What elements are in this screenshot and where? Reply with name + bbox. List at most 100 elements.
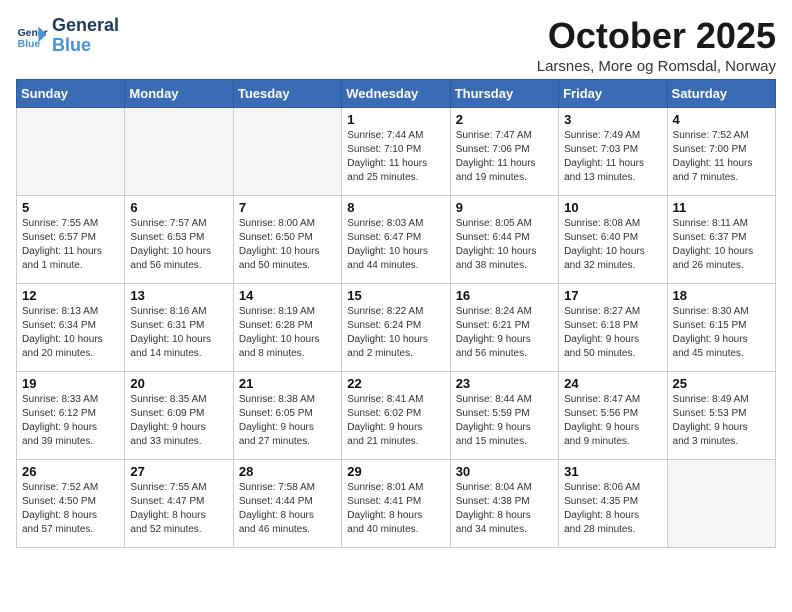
day-cell: 31 Sunrise: 8:06 AM Sunset: 4:35 PM Dayli… bbox=[559, 459, 667, 547]
day-info: Sunrise: 8:49 AM Sunset: 5:53 PM Dayligh… bbox=[673, 393, 770, 449]
day-info: Sunrise: 7:47 AM Sunset: 7:06 PM Dayligh… bbox=[456, 129, 553, 185]
day-info: Sunrise: 7:58 AM Sunset: 4:44 PM Dayligh… bbox=[239, 481, 336, 537]
day-cell: 18 Sunrise: 8:30 AM Sunset: 6:15 PM Dayli… bbox=[667, 283, 775, 371]
day-cell: 11Sunrise: 8:11 AM Sunset: 6:37 PM Dayli… bbox=[667, 195, 775, 283]
day-cell: 27 Sunrise: 7:55 AM Sunset: 4:47 PM Dayli… bbox=[125, 459, 233, 547]
day-cell: 14 Sunrise: 8:19 AM Sunset: 6:28 PM Dayli… bbox=[233, 283, 341, 371]
day-number: 10 bbox=[564, 200, 661, 215]
week-row-3: 12Sunrise: 8:13 AM Sunset: 6:34 PM Dayli… bbox=[17, 283, 776, 371]
day-number: 18 bbox=[673, 288, 770, 303]
day-info: Sunrise: 8:03 AM Sunset: 6:47 PM Dayligh… bbox=[347, 217, 444, 273]
day-number: 17 bbox=[564, 288, 661, 303]
day-cell: 12Sunrise: 8:13 AM Sunset: 6:34 PM Dayli… bbox=[17, 283, 125, 371]
weekday-header-thursday: Thursday bbox=[450, 79, 558, 107]
day-number: 22 bbox=[347, 376, 444, 391]
day-info: Sunrise: 8:38 AM Sunset: 6:05 PM Dayligh… bbox=[239, 393, 336, 449]
day-number: 30 bbox=[456, 464, 553, 479]
day-info: Sunrise: 8:16 AM Sunset: 6:31 PM Dayligh… bbox=[130, 305, 227, 361]
day-info: Sunrise: 8:11 AM Sunset: 6:37 PM Dayligh… bbox=[673, 217, 770, 273]
day-cell bbox=[233, 107, 341, 195]
weekday-header-monday: Monday bbox=[125, 79, 233, 107]
weekday-header-wednesday: Wednesday bbox=[342, 79, 450, 107]
day-number: 23 bbox=[456, 376, 553, 391]
day-cell: 5Sunrise: 7:55 AM Sunset: 6:57 PM Daylig… bbox=[17, 195, 125, 283]
week-row-2: 5Sunrise: 7:55 AM Sunset: 6:57 PM Daylig… bbox=[17, 195, 776, 283]
day-info: Sunrise: 8:35 AM Sunset: 6:09 PM Dayligh… bbox=[130, 393, 227, 449]
day-cell: 8 Sunrise: 8:03 AM Sunset: 6:47 PM Daylig… bbox=[342, 195, 450, 283]
day-cell: 29 Sunrise: 8:01 AM Sunset: 4:41 PM Dayli… bbox=[342, 459, 450, 547]
day-cell: 30Sunrise: 8:04 AM Sunset: 4:38 PM Dayli… bbox=[450, 459, 558, 547]
day-number: 21 bbox=[239, 376, 336, 391]
day-number: 12 bbox=[22, 288, 119, 303]
day-cell: 15Sunrise: 8:22 AM Sunset: 6:24 PM Dayli… bbox=[342, 283, 450, 371]
day-number: 15 bbox=[347, 288, 444, 303]
day-info: Sunrise: 7:49 AM Sunset: 7:03 PM Dayligh… bbox=[564, 129, 661, 185]
day-number: 6 bbox=[130, 200, 227, 215]
day-cell: 17 Sunrise: 8:27 AM Sunset: 6:18 PM Dayli… bbox=[559, 283, 667, 371]
day-number: 26 bbox=[22, 464, 119, 479]
day-info: Sunrise: 7:52 AM Sunset: 4:50 PM Dayligh… bbox=[22, 481, 119, 537]
day-number: 13 bbox=[130, 288, 227, 303]
logo: General Blue GeneralBlue bbox=[16, 16, 119, 56]
day-number: 20 bbox=[130, 376, 227, 391]
day-cell: 13 Sunrise: 8:16 AM Sunset: 6:31 PM Dayli… bbox=[125, 283, 233, 371]
day-number: 27 bbox=[130, 464, 227, 479]
day-info: Sunrise: 7:44 AM Sunset: 7:10 PM Dayligh… bbox=[347, 129, 444, 185]
weekday-header-saturday: Saturday bbox=[667, 79, 775, 107]
day-cell: 3 Sunrise: 7:49 AM Sunset: 7:03 PM Daylig… bbox=[559, 107, 667, 195]
day-cell: 28 Sunrise: 7:58 AM Sunset: 4:44 PM Dayli… bbox=[233, 459, 341, 547]
day-number: 1 bbox=[347, 112, 444, 127]
day-info: Sunrise: 8:24 AM Sunset: 6:21 PM Dayligh… bbox=[456, 305, 553, 361]
svg-text:Blue: Blue bbox=[18, 39, 41, 50]
day-info: Sunrise: 7:52 AM Sunset: 7:00 PM Dayligh… bbox=[673, 129, 770, 185]
day-cell: 6 Sunrise: 7:57 AM Sunset: 6:53 PM Daylig… bbox=[125, 195, 233, 283]
day-info: Sunrise: 8:01 AM Sunset: 4:41 PM Dayligh… bbox=[347, 481, 444, 537]
day-info: Sunrise: 8:27 AM Sunset: 6:18 PM Dayligh… bbox=[564, 305, 661, 361]
day-info: Sunrise: 8:00 AM Sunset: 6:50 PM Dayligh… bbox=[239, 217, 336, 273]
day-info: Sunrise: 8:05 AM Sunset: 6:44 PM Dayligh… bbox=[456, 217, 553, 273]
day-cell: 25 Sunrise: 8:49 AM Sunset: 5:53 PM Dayli… bbox=[667, 371, 775, 459]
day-info: Sunrise: 7:55 AM Sunset: 4:47 PM Dayligh… bbox=[130, 481, 227, 537]
day-info: Sunrise: 7:57 AM Sunset: 6:53 PM Dayligh… bbox=[130, 217, 227, 273]
page-header: General Blue GeneralBlue October 2025 La… bbox=[16, 16, 776, 75]
day-info: Sunrise: 8:19 AM Sunset: 6:28 PM Dayligh… bbox=[239, 305, 336, 361]
day-cell bbox=[667, 459, 775, 547]
weekday-header-row: SundayMondayTuesdayWednesdayThursdayFrid… bbox=[17, 79, 776, 107]
day-cell: 23Sunrise: 8:44 AM Sunset: 5:59 PM Dayli… bbox=[450, 371, 558, 459]
weekday-header-tuesday: Tuesday bbox=[233, 79, 341, 107]
day-cell: 24Sunrise: 8:47 AM Sunset: 5:56 PM Dayli… bbox=[559, 371, 667, 459]
day-number: 8 bbox=[347, 200, 444, 215]
day-number: 3 bbox=[564, 112, 661, 127]
day-cell: 21 Sunrise: 8:38 AM Sunset: 6:05 PM Dayli… bbox=[233, 371, 341, 459]
day-number: 31 bbox=[564, 464, 661, 479]
day-cell: 4Sunrise: 7:52 AM Sunset: 7:00 PM Daylig… bbox=[667, 107, 775, 195]
day-cell: 16Sunrise: 8:24 AM Sunset: 6:21 PM Dayli… bbox=[450, 283, 558, 371]
day-info: Sunrise: 8:47 AM Sunset: 5:56 PM Dayligh… bbox=[564, 393, 661, 449]
week-row-5: 26 Sunrise: 7:52 AM Sunset: 4:50 PM Dayli… bbox=[17, 459, 776, 547]
day-cell: 22 Sunrise: 8:41 AM Sunset: 6:02 PM Dayli… bbox=[342, 371, 450, 459]
calendar-subtitle: Larsnes, More og Romsdal, Norway bbox=[537, 58, 776, 75]
day-cell: 26 Sunrise: 7:52 AM Sunset: 4:50 PM Dayli… bbox=[17, 459, 125, 547]
weekday-header-friday: Friday bbox=[559, 79, 667, 107]
day-number: 7 bbox=[239, 200, 336, 215]
day-number: 29 bbox=[347, 464, 444, 479]
day-number: 25 bbox=[673, 376, 770, 391]
day-number: 19 bbox=[22, 376, 119, 391]
day-cell bbox=[17, 107, 125, 195]
day-cell: 7 Sunrise: 8:00 AM Sunset: 6:50 PM Daylig… bbox=[233, 195, 341, 283]
day-info: Sunrise: 7:55 AM Sunset: 6:57 PM Dayligh… bbox=[22, 217, 119, 273]
day-info: Sunrise: 8:41 AM Sunset: 6:02 PM Dayligh… bbox=[347, 393, 444, 449]
day-cell: 9Sunrise: 8:05 AM Sunset: 6:44 PM Daylig… bbox=[450, 195, 558, 283]
day-info: Sunrise: 8:30 AM Sunset: 6:15 PM Dayligh… bbox=[673, 305, 770, 361]
logo-icon: General Blue bbox=[16, 20, 48, 52]
calendar-title: October 2025 bbox=[537, 16, 776, 56]
day-info: Sunrise: 8:06 AM Sunset: 4:35 PM Dayligh… bbox=[564, 481, 661, 537]
day-number: 2 bbox=[456, 112, 553, 127]
day-cell bbox=[125, 107, 233, 195]
day-info: Sunrise: 8:08 AM Sunset: 6:40 PM Dayligh… bbox=[564, 217, 661, 273]
title-block: October 2025 Larsnes, More og Romsdal, N… bbox=[537, 16, 776, 75]
day-number: 28 bbox=[239, 464, 336, 479]
day-info: Sunrise: 8:33 AM Sunset: 6:12 PM Dayligh… bbox=[22, 393, 119, 449]
day-cell: 19 Sunrise: 8:33 AM Sunset: 6:12 PM Dayli… bbox=[17, 371, 125, 459]
day-number: 14 bbox=[239, 288, 336, 303]
